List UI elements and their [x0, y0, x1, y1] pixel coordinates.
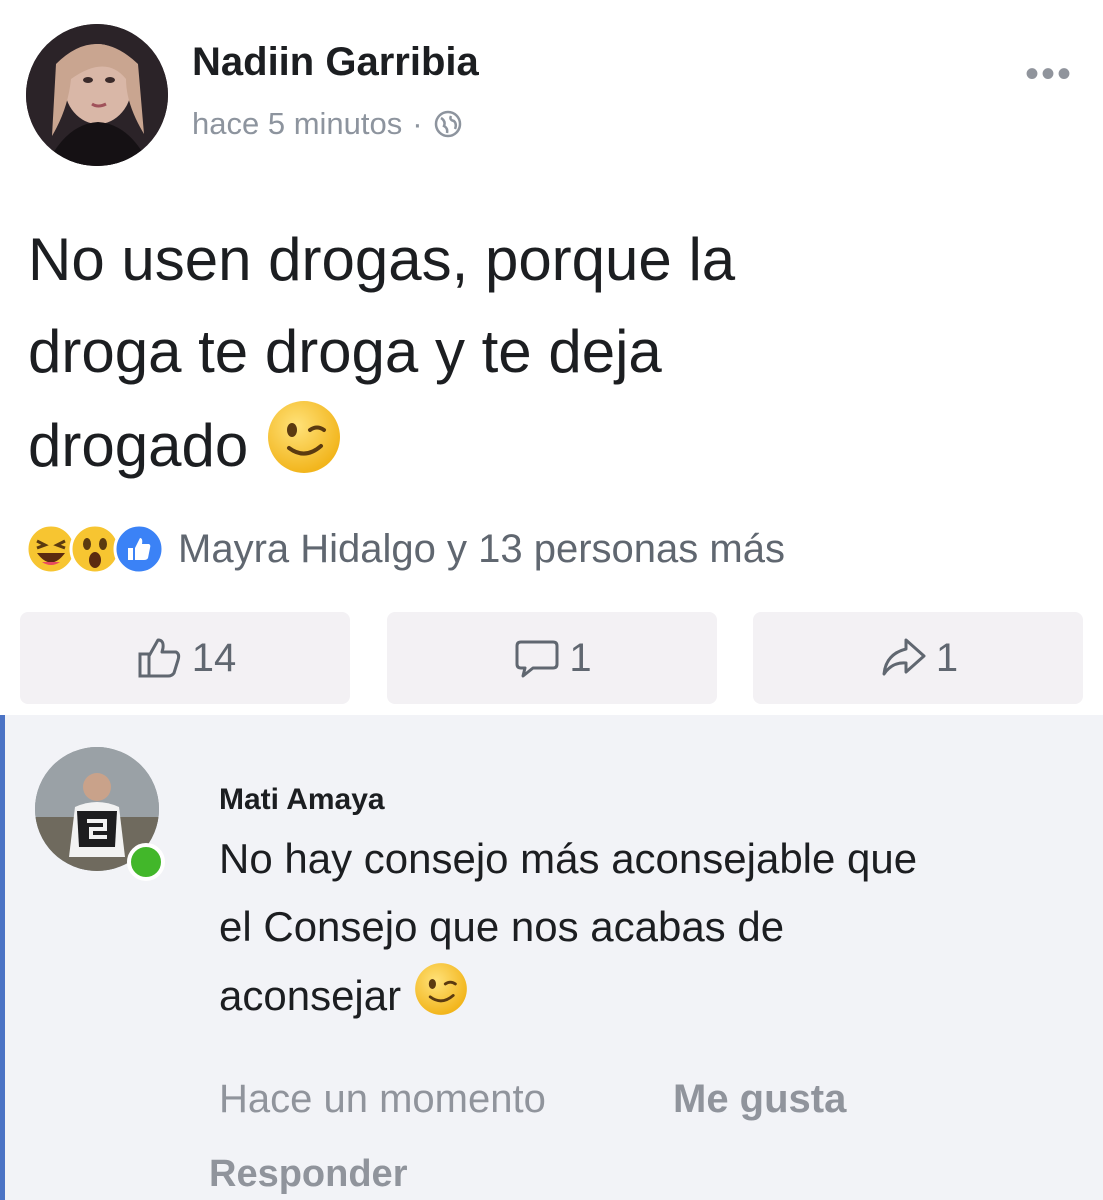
winking-face-emoji: [413, 961, 469, 1037]
share-icon: [882, 638, 926, 676]
like-reaction-icon: [113, 523, 165, 575]
post-text-line: drogado: [28, 411, 249, 479]
reaction-icons: [24, 522, 165, 576]
globe-icon: [433, 109, 463, 139]
reactions-summary[interactable]: Mayra Hidalgo y 13 personas más: [24, 522, 785, 576]
comment-like-button[interactable]: Me gusta: [673, 1077, 846, 1122]
like-count: 14: [191, 635, 237, 680]
comment-text-line: aconsejar: [219, 972, 402, 1020]
comment-time[interactable]: Hace un momento: [219, 1077, 546, 1122]
comment-section: Mati Amaya No hay consejo más aconsejabl…: [0, 715, 1103, 1200]
author-avatar[interactable]: [26, 24, 168, 166]
more-options-icon[interactable]: •••: [1025, 52, 1073, 97]
comment-text-line-last: aconsejar: [219, 961, 1079, 1037]
author-name[interactable]: Nadiin Garribia: [192, 40, 479, 85]
thumbs-up-icon: [138, 638, 180, 678]
comment-count: 1: [569, 635, 592, 680]
post-card: Nadiin Garribia hace 5 minutos · ••• No …: [0, 0, 1103, 715]
commenter-name[interactable]: Mati Amaya: [219, 783, 385, 817]
like-button[interactable]: 14: [20, 612, 350, 704]
comment-text-line: el Consejo que nos acabas de: [219, 903, 785, 950]
reactions-text[interactable]: Mayra Hidalgo y 13 personas más: [178, 527, 785, 572]
post-text-line: No usen drogas, porque la: [28, 226, 736, 293]
winking-face-emoji: [265, 398, 343, 502]
post-text: No usen drogas, porque la droga te droga…: [28, 214, 1068, 502]
post-time[interactable]: hace 5 minutos: [192, 106, 402, 142]
comment-text-line: No hay consejo más aconsejable que: [219, 835, 918, 882]
share-button[interactable]: 1: [753, 612, 1083, 704]
action-bar: 14 1 1: [20, 612, 1083, 704]
share-count: 1: [935, 635, 959, 680]
comment-icon: [515, 640, 559, 678]
post-text-line-last: drogado: [28, 398, 1068, 502]
comment-button[interactable]: 1: [386, 612, 717, 704]
post-meta: hace 5 minutos ·: [192, 106, 463, 142]
online-status-indicator: [127, 843, 165, 881]
comment-text: No hay consejo más aconsejable que el Co…: [219, 825, 1079, 1037]
meta-separator: ·: [412, 106, 423, 141]
comment-reply-button[interactable]: Responder: [209, 1153, 407, 1196]
post-text-line: droga te droga y te deja: [28, 318, 662, 385]
